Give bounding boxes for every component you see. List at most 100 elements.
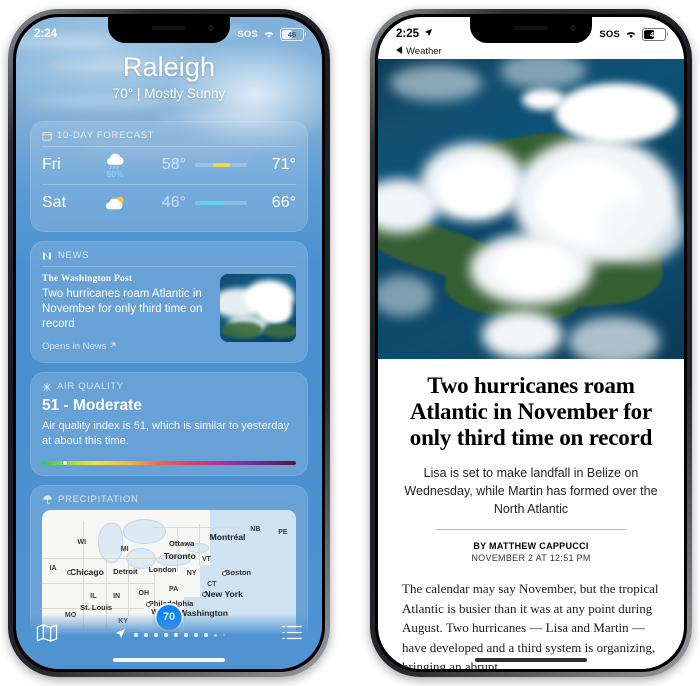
news-card-header: NEWS [42, 250, 296, 261]
page-dot[interactable] [223, 634, 225, 636]
map-city-label: Detroit [113, 566, 138, 576]
earpiece-speaker [514, 26, 548, 30]
article-byline: BY MATTHEW CAPPUCCI [473, 541, 589, 552]
right-phone-screen: 2:25 SOS 45 Weather Two hurricanes roam … [378, 17, 684, 669]
map-icon[interactable] [36, 623, 58, 648]
article-headline: Two hurricanes roam Atlantic in November… [409, 373, 653, 451]
sos-indicator: SOS [599, 28, 620, 40]
forecast-row-sat[interactable]: Sat 46° 66° [42, 184, 296, 221]
map-city-dot [202, 591, 208, 597]
news-thumbnail[interactable] [220, 273, 296, 342]
map-label: VT [202, 556, 211, 564]
cloud-band [555, 83, 678, 143]
wifi-icon [625, 30, 637, 39]
left-phone-bezel: 2:24 SOS 46 Raleigh 70° | Mostly Sunny 1… [13, 14, 325, 672]
sos-indicator: SOS [237, 28, 258, 40]
cloud-wisp [521, 89, 565, 110]
status-time-group: 2:25 [396, 28, 433, 40]
publisher-logo: The Washington Post [42, 273, 133, 284]
cloud-core [439, 161, 513, 215]
status-time-group: 2:24 [34, 28, 57, 40]
page-dot[interactable] [164, 633, 168, 637]
air-quality-header: AIR QUALITY [42, 381, 296, 392]
precipitation-title: PRECIPITATION [58, 493, 139, 505]
weather-summary: 70° | Mostly Sunny [112, 85, 226, 101]
arrow-up-right-icon [109, 341, 117, 352]
article-paragraph: The calendar may say November, but the t… [402, 581, 659, 669]
map-label: MI [120, 546, 129, 554]
news-headline: Two hurricanes roam Atlantic in November… [42, 287, 203, 331]
forecast-day: Sat [42, 193, 67, 211]
page-dot[interactable] [184, 633, 188, 637]
page-dot[interactable] [154, 633, 158, 637]
home-indicator [113, 658, 225, 662]
map-city-label: Boston [224, 568, 252, 578]
page-dot[interactable] [174, 633, 178, 637]
news-article-app: 2:25 SOS 45 Weather Two hurricanes roam … [378, 17, 684, 669]
back-label: Weather [406, 45, 442, 57]
aqi-description: Air quality index is 51, which is simila… [42, 420, 289, 448]
air-quality-card[interactable]: AIR QUALITY 51 - Moderate Air quality in… [30, 372, 308, 476]
device-notch [470, 17, 592, 43]
news-text-block: The Washington Post Two hurricanes roam … [42, 274, 211, 353]
forecast-card-header: 10-DAY FORECAST [42, 130, 296, 141]
cloud-wisp [567, 317, 660, 359]
map-city-label: New York [204, 588, 243, 599]
forecast-row-fri[interactable]: Fri 50% 58° 71° [42, 147, 296, 184]
map-border [42, 582, 154, 584]
page-title: Raleigh [122, 52, 216, 82]
divider [436, 529, 626, 531]
page-dot[interactable] [214, 633, 217, 637]
temp-range-bar [195, 200, 247, 205]
map-label: WI [77, 538, 87, 546]
opens-in-news-link[interactable]: Opens in News [42, 341, 211, 352]
page-dot[interactable] [144, 633, 148, 637]
battery-level: 45 [649, 29, 659, 39]
forecast-high: 66° [271, 193, 296, 211]
map-label: NY [186, 569, 197, 577]
map-city-label: Montréal [209, 531, 246, 542]
map-border [199, 524, 200, 566]
article-hero-image [378, 59, 684, 359]
forecast-card[interactable]: 10-DAY FORECAST Fri 50% 58° 71° Sat 46° … [30, 121, 308, 232]
back-triangle-icon [396, 45, 403, 57]
status-time: 2:25 [396, 28, 420, 40]
map-city-label: Toronto [163, 550, 196, 561]
article-content[interactable]: Two hurricanes roam Atlantic in November… [378, 359, 684, 669]
article-subheadline: Lisa is set to make landfall in Belize o… [404, 465, 658, 516]
page-dot[interactable] [204, 633, 208, 637]
sun-behind-cloud-icon [88, 194, 142, 211]
right-phone-bezel: 2:25 SOS 45 Weather Two hurricanes roam … [375, 14, 687, 672]
map-label: CT [207, 581, 217, 589]
news-body[interactable]: The Washington Post Two hurricanes roam … [42, 273, 296, 353]
left-phone-screen: 2:24 SOS 46 Raleigh 70° | Mostly Sunny 1… [16, 17, 322, 669]
weather-scroll-area[interactable]: 10-DAY FORECAST Fri 50% 58° 71° Sat 46° … [16, 121, 322, 669]
status-time: 2:24 [34, 28, 58, 40]
back-to-weather-button[interactable]: Weather [396, 46, 442, 57]
temp-range-bar [195, 163, 247, 167]
list-bullet-icon[interactable] [282, 624, 302, 646]
forecast-low: 46° [161, 193, 186, 211]
battery-indicator: 45 [642, 27, 668, 41]
divider [42, 266, 296, 267]
aqi-marker [62, 461, 67, 465]
cloud-core [494, 245, 574, 293]
map-label: PE [278, 528, 288, 536]
location-arrow-icon [115, 626, 126, 644]
forecast-card-title: 10-DAY FORECAST [57, 130, 155, 141]
battery-indicator: 46 [280, 27, 306, 41]
status-indicators: SOS 46 [237, 27, 306, 41]
front-camera [208, 25, 214, 31]
page-indicator-dots[interactable] [115, 626, 225, 644]
map-label: PA [169, 585, 179, 593]
page-dot[interactable] [134, 633, 138, 637]
news-card[interactable]: NEWS The Washington Post Two hurricanes … [30, 241, 308, 364]
map-border [153, 527, 241, 528]
opens-in-news-label: Opens in News [42, 341, 107, 353]
rain-cloud-icon: 50% [88, 152, 142, 179]
page-dot[interactable] [194, 633, 198, 637]
map-label: NB [250, 525, 261, 533]
status-indicators: SOS 45 [599, 27, 668, 41]
map-city-label: London [148, 565, 177, 575]
left-phone-device: 2:24 SOS 46 Raleigh 70° | Mostly Sunny 1… [8, 9, 330, 677]
